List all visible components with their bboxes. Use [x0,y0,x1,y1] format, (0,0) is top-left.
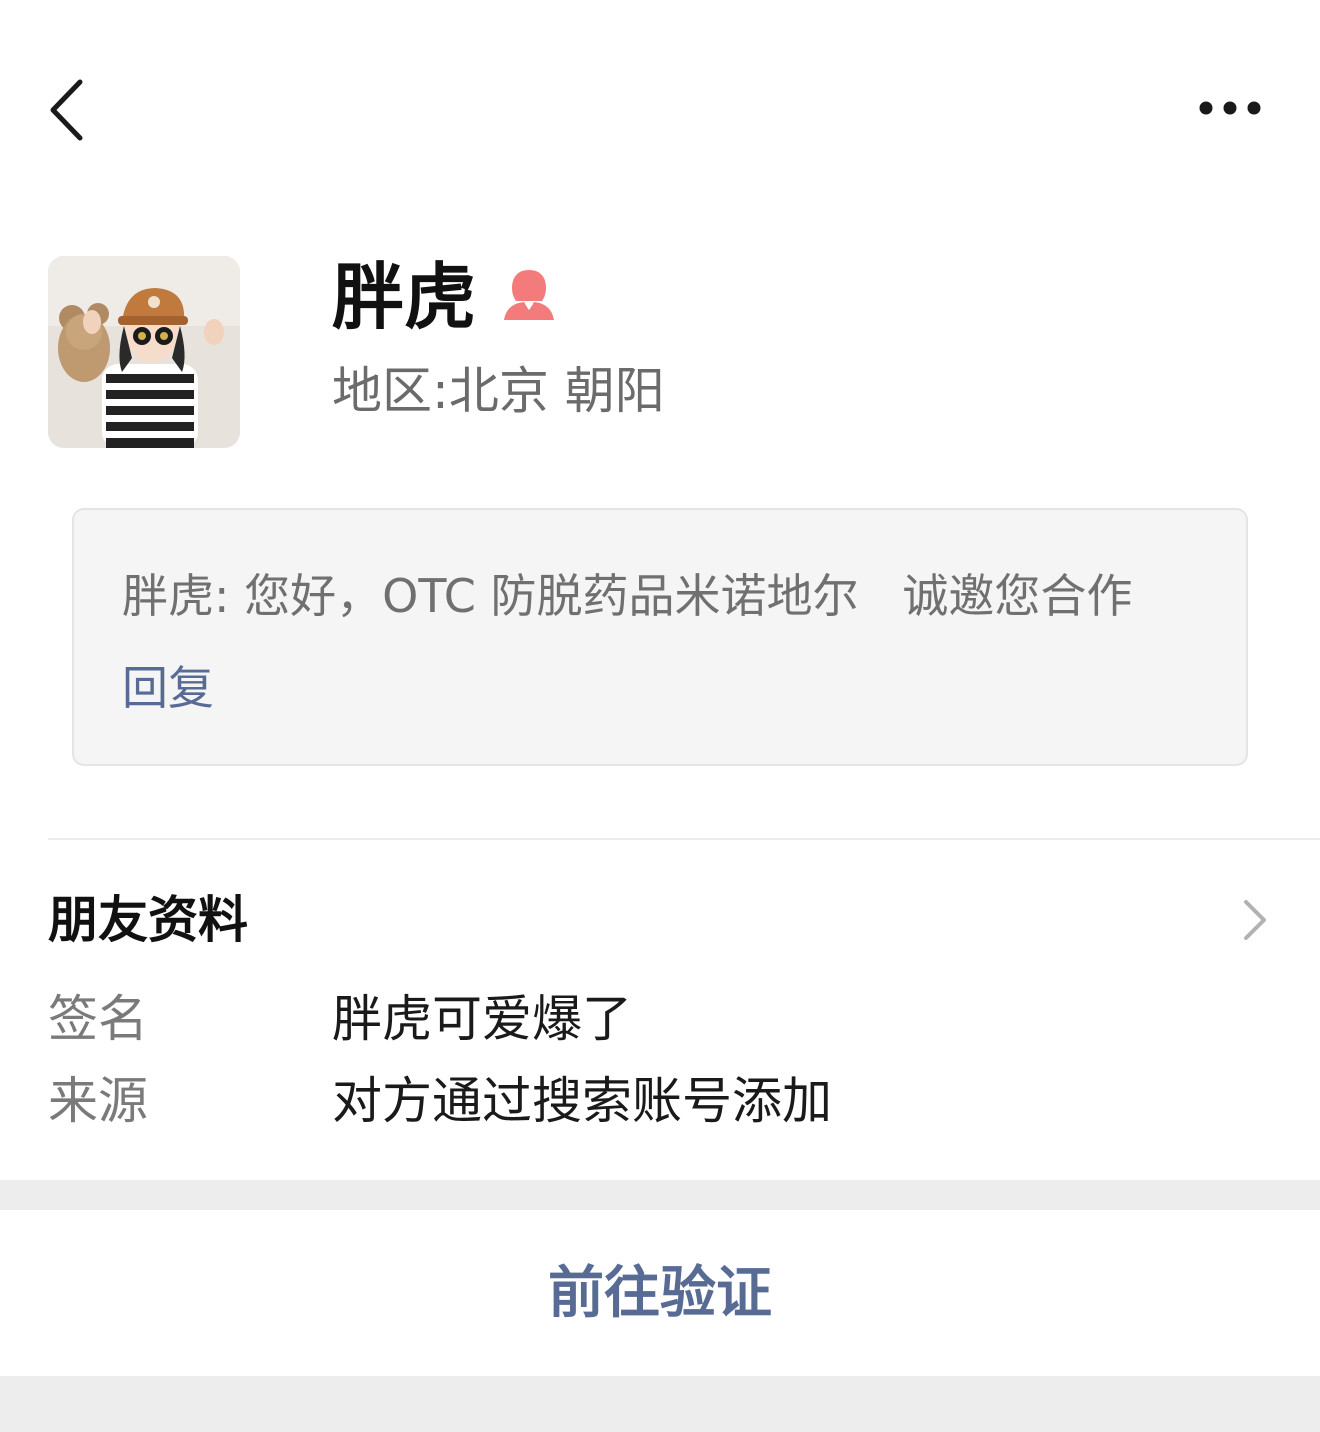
more-dots-icon [1199,101,1261,115]
reply-link[interactable]: 回复 [122,656,214,720]
profile-name: 胖虎 [332,255,477,339]
avatar-image [48,256,240,448]
bottom-background [0,1376,1320,1432]
section-separator [0,1180,1320,1210]
profile-region: 地区:北京 朝阳 [332,356,665,426]
signature-label: 签名 [48,990,148,1048]
divider [48,838,1320,840]
friend-info-title: 朋友资料 [48,891,248,949]
region-label: 地区: [332,362,449,420]
source-label: 来源 [48,1072,148,1130]
chevron-right-icon [1244,900,1266,940]
back-button[interactable] [40,70,100,150]
verify-button[interactable]: 前往验证 [0,1210,1320,1376]
greeting-message: 胖虎: 您好，OTC 防脱药品米诺地尔 诚邀您合作 [122,569,1133,623]
region-value: 北京 朝阳 [448,362,665,420]
source-value: 对方通过搜索账号添加 [332,1072,832,1130]
contact-profile-page: 胖虎 地区:北京 朝阳 胖虎: 您好，OTC 防脱药品米诺地尔 诚邀您合作 回复… [0,0,1320,1432]
avatar[interactable] [48,256,240,448]
verify-label: 前往验证 [548,1261,772,1326]
greeting-card: 胖虎: 您好，OTC 防脱药品米诺地尔 诚邀您合作 回复 [72,508,1248,766]
female-icon [504,270,554,320]
signature-value: 胖虎可爱爆了 [332,990,632,1048]
friend-info-row[interactable]: 朋友资料 [0,860,1320,980]
more-button[interactable] [1190,90,1270,126]
chevron-left-icon [50,79,83,141]
